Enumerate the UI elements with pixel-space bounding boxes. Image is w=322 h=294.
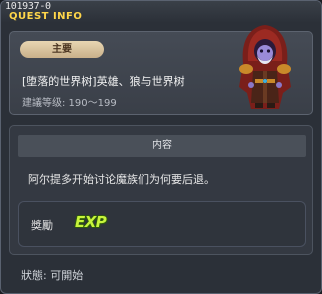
quest-info-window: 101937-0 QUEST INFO 主要 [堕落的世界树]英雄、狼与世界树 … <box>0 0 322 294</box>
hooded-mage-npc-icon <box>239 25 291 109</box>
content-section-title: 内容 <box>18 135 306 157</box>
exp-icon: EXP <box>75 213 107 231</box>
quest-type-badge: 主要 <box>20 41 104 58</box>
window-title: QUEST INFO <box>9 11 83 22</box>
title-bar[interactable]: 101937-0 QUEST INFO <box>1 1 321 23</box>
reward-label: 獎勵 <box>31 219 53 232</box>
recommended-level: 建議等级: 190〜199 <box>22 98 117 109</box>
quest-description: 阿尔提多开始讨论魔族们为何要后退。 <box>28 173 215 186</box>
quest-status: 狀態: 可開始 <box>21 269 84 282</box>
reward-box: 獎勵 EXP <box>18 201 306 247</box>
quest-name: [堕落的世界树]英雄、狼与世界树 <box>22 75 185 88</box>
quest-content-panel: 内容 阿尔提多开始讨论魔族们为何要后退。 獎勵 EXP <box>9 125 313 255</box>
